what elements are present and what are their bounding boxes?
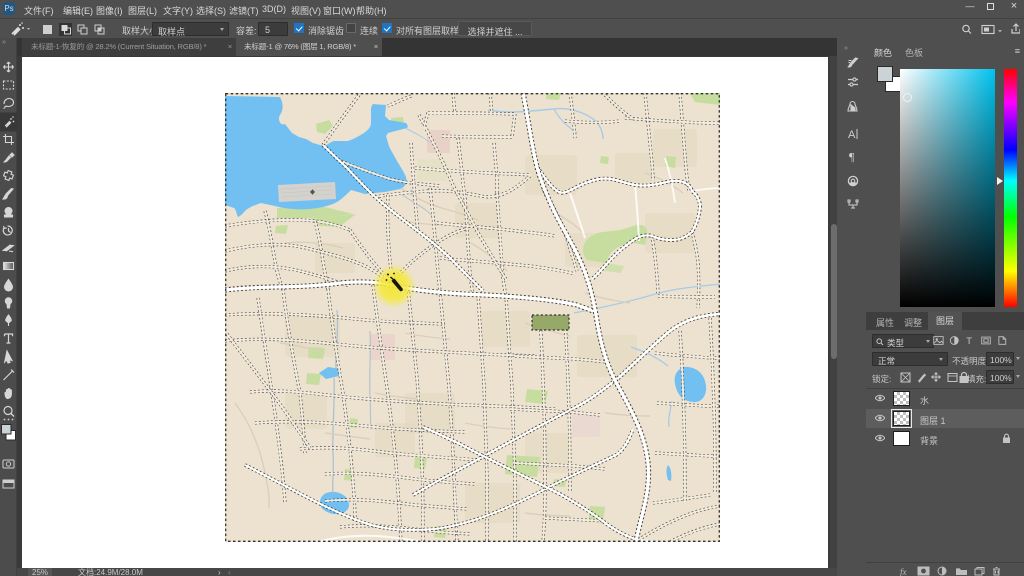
svg-text:¶: ¶ [849,150,855,164]
svg-text:T: T [966,335,972,346]
svg-text:»: » [844,45,848,52]
svg-text:A: A [848,129,856,141]
svg-text:fx: fx [900,567,907,576]
